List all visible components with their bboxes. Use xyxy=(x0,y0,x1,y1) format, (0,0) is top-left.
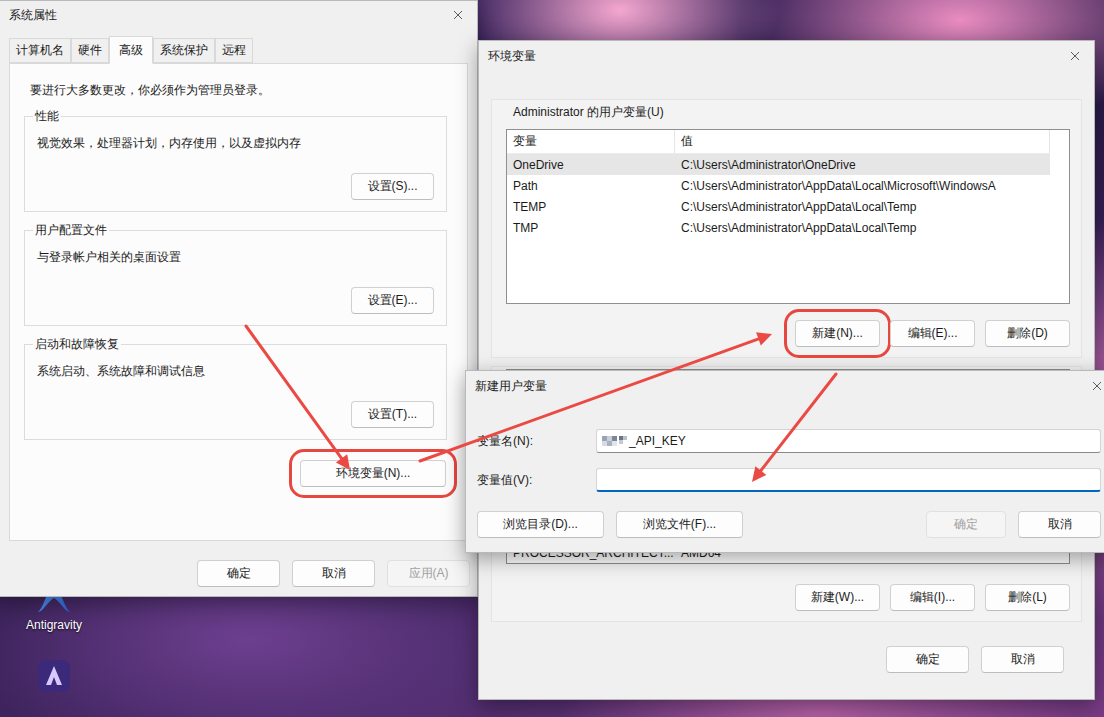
desktop-icon[interactable] xyxy=(36,658,72,694)
window-title: 环境变量 xyxy=(488,48,536,65)
variable-button[interactable]: 新建(W)... xyxy=(795,584,880,611)
dialog-button[interactable]: 取消 xyxy=(981,646,1064,673)
list-header: 变量值 xyxy=(507,130,1050,154)
settings-group: 用户配置文件与登录帐户相关的桌面设置设置(E)... xyxy=(24,222,447,326)
group-list: 性能视觉效果，处理器计划，内存使用，以及虚拟内存设置(S)...用户配置文件与登… xyxy=(24,108,447,440)
settings-button[interactable]: 设置(E)... xyxy=(351,287,434,314)
tab[interactable]: 高级 xyxy=(109,36,153,64)
close-button[interactable] xyxy=(1066,47,1084,65)
field-row: 变量值(V): xyxy=(477,468,1101,492)
variable-name: OneDrive xyxy=(507,158,675,172)
close-icon xyxy=(1070,51,1080,61)
dialog-button[interactable]: 取消 xyxy=(1018,511,1101,538)
dialog-button[interactable]: 确定 xyxy=(886,646,969,673)
settings-group: 性能视觉效果，处理器计划，内存使用，以及虚拟内存设置(S)... xyxy=(24,108,447,212)
variable-value: C:\Users\Administrator\AppData\Local\Tem… xyxy=(675,200,1050,214)
admin-notice: 要进行大多数更改，你必须作为管理员登录。 xyxy=(24,82,447,98)
group-title: Administrator 的用户变量(U) xyxy=(506,102,1070,120)
group-description: 视觉效果，处理器计划，内存使用，以及虚拟内存 xyxy=(37,135,434,151)
variable-name: Path xyxy=(507,179,675,193)
desktop-icons: Antigravity xyxy=(16,582,92,694)
arrow-icon xyxy=(420,332,772,461)
title-bar: 新建用户变量 xyxy=(466,371,1104,401)
close-icon xyxy=(1092,381,1102,391)
arrow-icon xyxy=(752,374,836,482)
variable-button[interactable]: 编辑(I)... xyxy=(890,584,975,611)
column-header[interactable]: 变量 xyxy=(507,130,675,153)
redaction-mosaic-icon xyxy=(602,434,628,448)
variable-row[interactable]: OneDriveC:\Users\Administrator\OneDrive xyxy=(507,154,1050,175)
tab-bar: 计算机名硬件高级系统保护远程 xyxy=(0,29,477,63)
group-description: 系统启动、系统故障和调试信息 xyxy=(37,363,434,379)
title-bar: 系统属性 xyxy=(0,1,477,29)
environment-variables-button[interactable]: 环境变量(N)... xyxy=(300,460,446,487)
tab[interactable]: 计算机名 xyxy=(9,38,71,63)
window-title: 新建用户变量 xyxy=(475,378,547,395)
browse-button[interactable]: 浏览目录(D)... xyxy=(477,511,604,538)
close-icon xyxy=(453,10,463,20)
dialog-buttons: 浏览目录(D)... 浏览文件(F)... 确定取消 xyxy=(477,511,1101,538)
tab[interactable]: 系统保护 xyxy=(153,38,215,63)
group-description: 与登录帐户相关的桌面设置 xyxy=(37,249,434,265)
text-field[interactable]: _API_KEY xyxy=(596,429,1101,453)
column-header[interactable]: 值 xyxy=(675,130,1050,153)
variable-name: TEMP xyxy=(507,200,675,214)
title-bar: 环境变量 xyxy=(479,41,1094,71)
text-field[interactable] xyxy=(596,468,1101,492)
variable-row[interactable]: PathC:\Users\Administrator\AppData\Local… xyxy=(507,175,1050,196)
field-label: 变量值(V): xyxy=(477,472,596,489)
variable-button[interactable]: 新建(N)... xyxy=(795,320,880,347)
settings-button[interactable]: 设置(T)... xyxy=(351,401,434,428)
group-title: 性能 xyxy=(33,108,61,125)
tab[interactable]: 硬件 xyxy=(71,38,109,63)
app-icon xyxy=(36,658,72,694)
variable-row[interactable]: TMPC:\Users\Administrator\AppData\Local\… xyxy=(507,217,1050,238)
variable-button[interactable]: 编辑(E)... xyxy=(890,320,975,347)
variable-value: C:\Users\Administrator\AppData\Local\Mic… xyxy=(675,179,1050,193)
group-title: 用户配置文件 xyxy=(33,222,109,239)
close-button[interactable] xyxy=(1088,377,1104,395)
window-title: 系统属性 xyxy=(9,7,57,24)
field-label: 变量名(N): xyxy=(477,433,596,450)
desktop: Antigravity系统属性计算机名硬件高级系统保护远程要进行大多数更改，你必… xyxy=(0,0,1104,717)
dialog-button[interactable]: 取消 xyxy=(292,560,375,587)
desktop-icon-label: Antigravity xyxy=(26,618,82,632)
browse-button[interactable]: 浏览文件(F)... xyxy=(616,511,743,538)
dialog-button[interactable]: 确定 xyxy=(926,511,1006,538)
group-title: 启动和故障恢复 xyxy=(33,336,121,353)
tab-panel: 要进行大多数更改，你必须作为管理员登录。性能视觉效果，处理器计划，内存使用，以及… xyxy=(9,63,468,541)
variable-button[interactable]: 删除(L) xyxy=(985,584,1070,611)
system-properties-window: 系统属性计算机名硬件高级系统保护远程要进行大多数更改，你必须作为管理员登录。性能… xyxy=(0,0,478,597)
field-value: _API_KEY xyxy=(629,434,686,448)
field-row: 变量名(N): _API_KEY xyxy=(477,429,1101,453)
variable-button[interactable]: 删除(D) xyxy=(985,320,1070,347)
settings-group: 启动和故障恢复系统启动、系统故障和调试信息设置(T)... xyxy=(24,336,447,440)
variable-list[interactable]: 变量值OneDriveC:\Users\Administrator\OneDri… xyxy=(506,129,1070,304)
new-user-variable-dialog: 新建用户变量变量名(N):_API_KEY变量值(V):浏览目录(D)...浏览… xyxy=(465,370,1104,553)
variable-value: C:\Users\Administrator\OneDrive xyxy=(675,158,1050,172)
variable-value: C:\Users\Administrator\AppData\Local\Tem… xyxy=(675,221,1050,235)
close-button[interactable] xyxy=(449,6,467,24)
user-variables-group: Administrator 的用户变量(U)变量值OneDriveC:\User… xyxy=(491,99,1082,358)
variable-name: TMP xyxy=(507,221,675,235)
tab[interactable]: 远程 xyxy=(215,38,253,63)
dialog-button[interactable]: 确定 xyxy=(197,560,280,587)
dialog-button[interactable]: 应用(A) xyxy=(387,560,470,587)
arrow-icon xyxy=(246,326,350,470)
variable-row[interactable]: TEMPC:\Users\Administrator\AppData\Local… xyxy=(507,196,1050,217)
settings-button[interactable]: 设置(S)... xyxy=(351,173,434,200)
